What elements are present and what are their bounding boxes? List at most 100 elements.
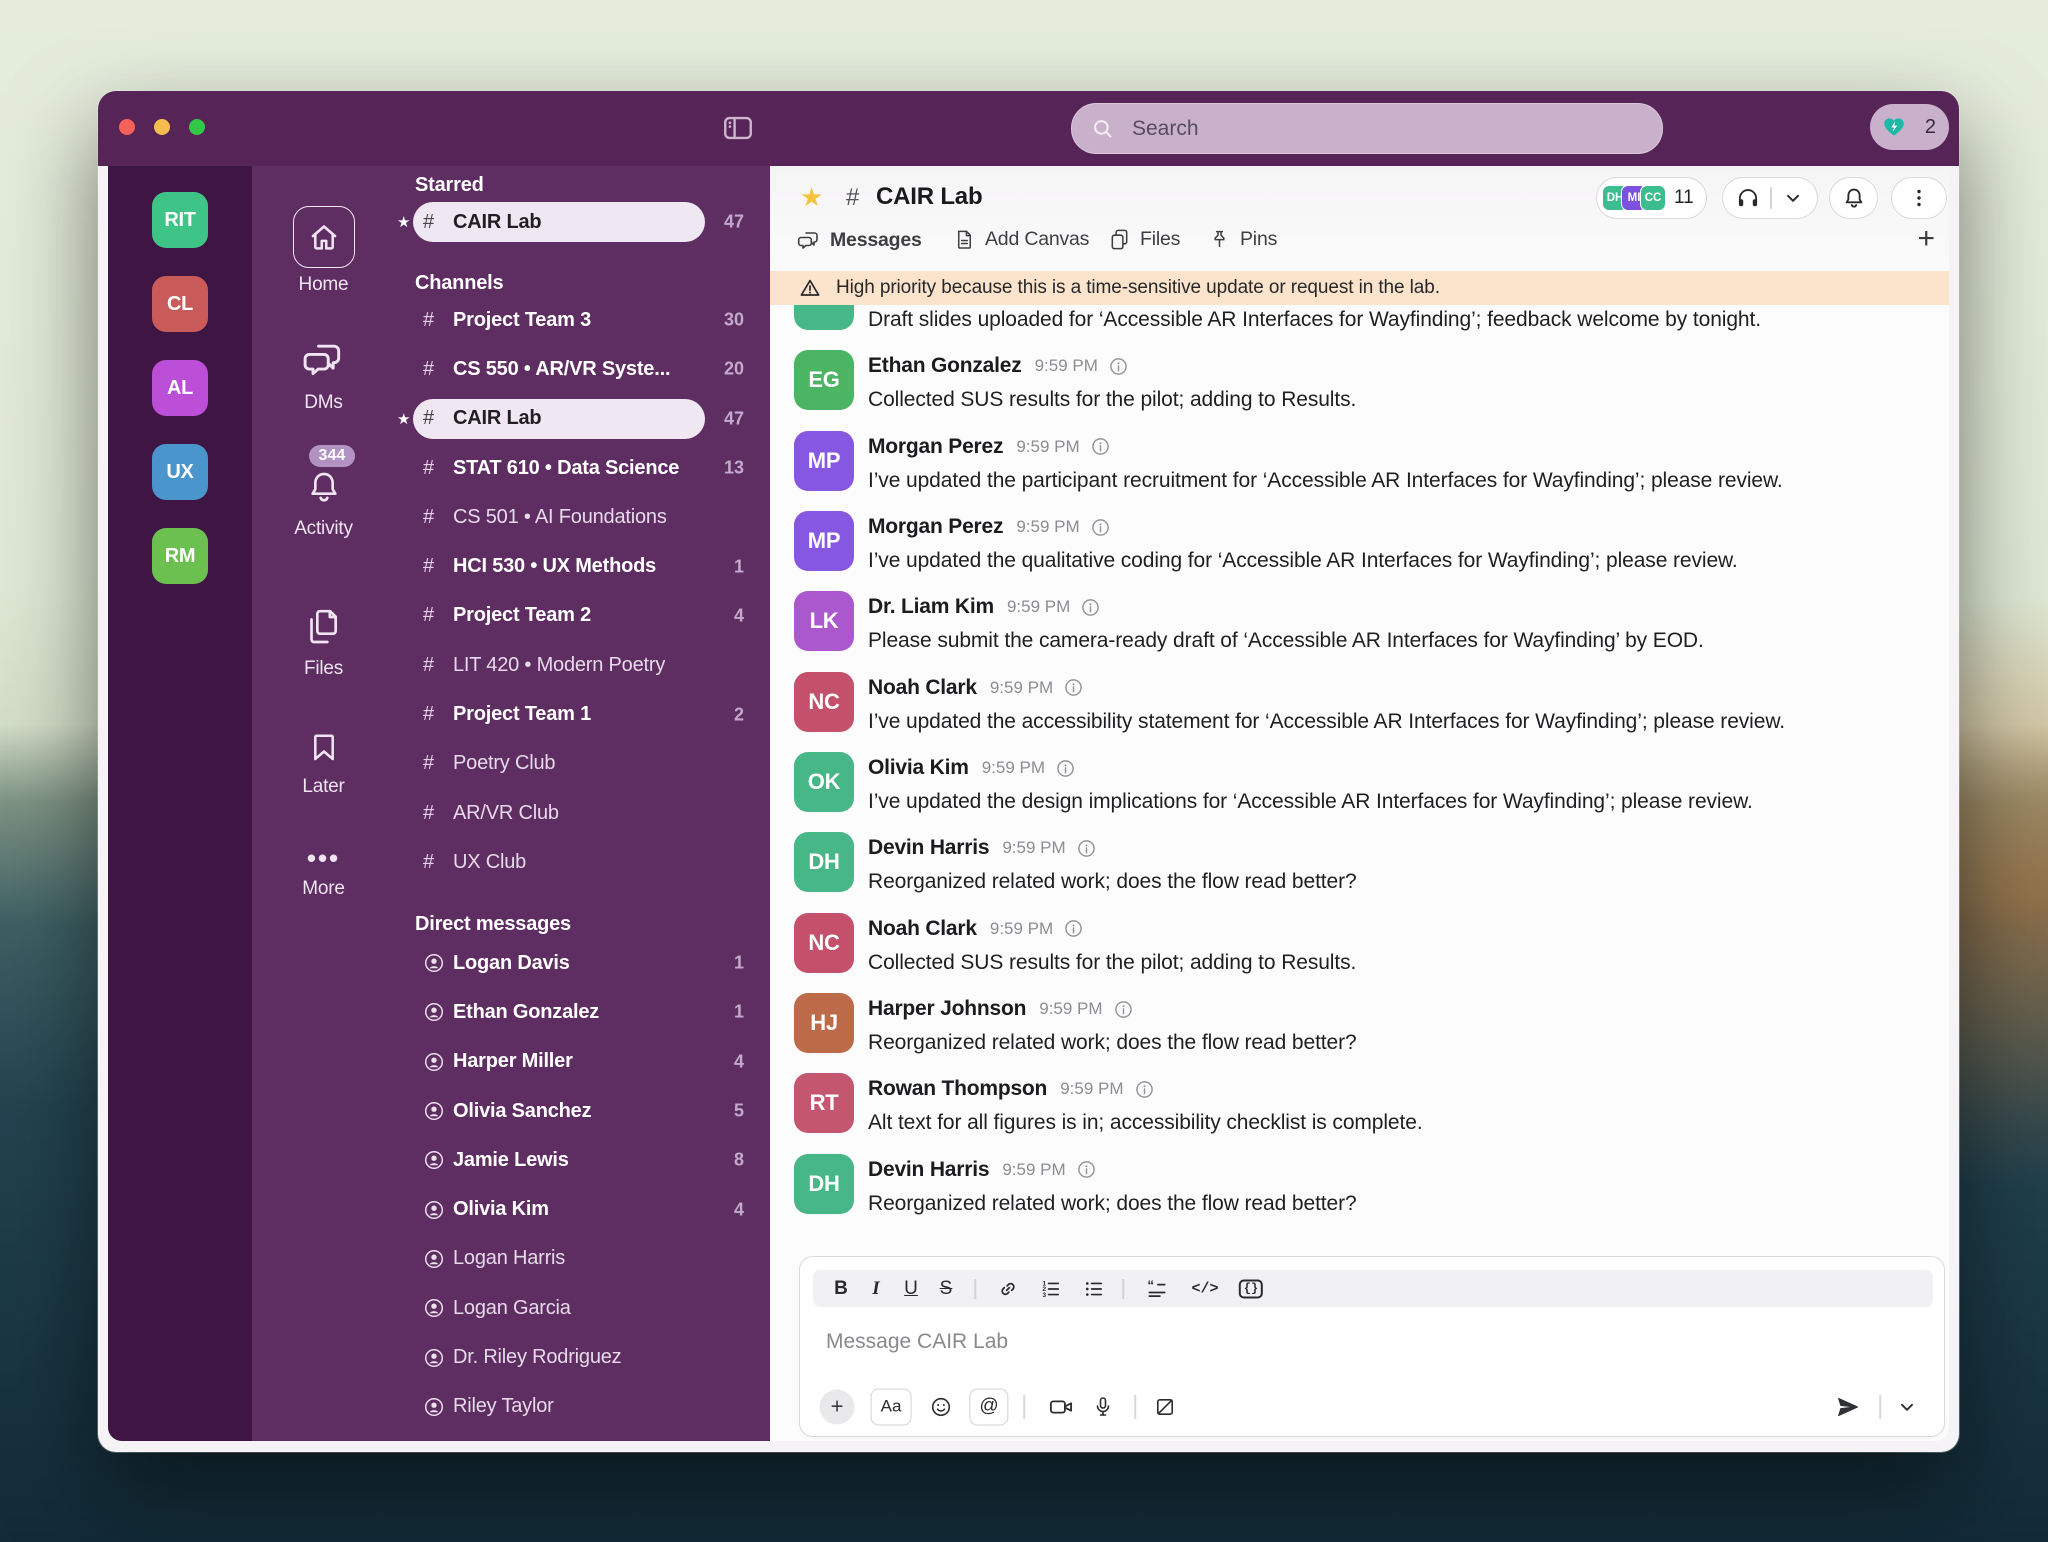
dm-item[interactable]: Olivia Kim 4 <box>395 1187 770 1231</box>
tab-messages[interactable]: Messages <box>797 228 922 252</box>
attach-plus-button[interactable]: + <box>820 1389 855 1424</box>
channel-item[interactable]: ★ # STAT 610 • Data Science 13 <box>395 446 770 490</box>
workspace-switcher-button[interactable]: CL <box>152 276 208 332</box>
message[interactable]: NC Noah Clark 9:59 PM Collected SUS r <box>770 911 1949 991</box>
message-timestamp[interactable]: 9:59 PM <box>1039 999 1102 1019</box>
info-icon[interactable] <box>1081 598 1100 617</box>
text-format-button[interactable]: Aa <box>871 1388 912 1425</box>
dm-item[interactable]: Dr. Riley Rodriguez <box>395 1335 770 1379</box>
sidebar-item-files[interactable]: Files <box>252 607 395 680</box>
message[interactable]: MP Morgan Perez 9:59 PM I’ve updated <box>770 509 1949 589</box>
starred-channel-item[interactable]: ★ # CAIR Lab 47 <box>395 200 770 244</box>
channel-item[interactable]: ★ # CAIR Lab 47 <box>395 397 770 441</box>
workspace-switcher-button[interactable]: RIT <box>152 192 208 248</box>
message-author[interactable]: Olivia Kim <box>868 756 969 780</box>
dm-item[interactable]: Harper Miller 4 <box>395 1040 770 1084</box>
dm-item[interactable]: Ethan Gonzalez 1 <box>395 990 770 1034</box>
microphone-icon[interactable] <box>1091 1395 1115 1419</box>
message-author[interactable]: Noah Clark <box>868 676 977 700</box>
message-timestamp[interactable]: 9:59 PM <box>1060 1079 1123 1099</box>
send-options-chevron-icon[interactable] <box>1895 1395 1919 1419</box>
dm-item[interactable]: Jamie Lewis 8 <box>395 1138 770 1182</box>
message-input[interactable] <box>824 1329 1728 1355</box>
sidebar-item-home[interactable]: Home <box>252 206 395 296</box>
minimize-window-button[interactable] <box>154 119 170 135</box>
link-icon[interactable] <box>997 1277 1020 1300</box>
add-tab-button[interactable]: + <box>1917 222 1935 256</box>
message-author[interactable]: Dr. Liam Kim <box>868 595 994 619</box>
channel-item[interactable]: ★ # LIT 420 • Modern Poetry <box>395 643 770 687</box>
info-icon[interactable] <box>1109 357 1128 376</box>
sidebar-item-activity[interactable]: 344 Activity <box>252 467 395 540</box>
channel-item[interactable]: ★ # HCI 530 • UX Methods 1 <box>395 544 770 588</box>
message[interactable]: NC Noah Clark 9:59 PM I’ve updated th <box>770 670 1949 750</box>
sidebar-item-later[interactable]: Later <box>252 729 395 798</box>
bullet-list-icon[interactable] <box>1083 1277 1106 1300</box>
dm-item[interactable]: Olivia Sanchez 5 <box>395 1089 770 1133</box>
message-composer[interactable]: B I U S 1 2 3 <box>799 1256 1945 1437</box>
channel-star-icon[interactable]: ★ <box>800 182 823 213</box>
message-author[interactable]: Devin Harris <box>868 1158 989 1182</box>
channel-item[interactable]: ★ # Poetry Club <box>395 742 770 786</box>
channel-item[interactable]: ★ # CS 501 • AI Foundations <box>395 495 770 539</box>
channel-item[interactable]: ★ # Project Team 2 4 <box>395 594 770 638</box>
search-bar[interactable] <box>1071 103 1663 154</box>
message-author[interactable]: Morgan Perez <box>868 515 1003 539</box>
ordered-list-icon[interactable]: 1 2 3 <box>1040 1277 1063 1300</box>
message[interactable]: OK Olivia Kim 9:59 PM I’ve updated th <box>770 750 1949 830</box>
channel-item[interactable]: ★ # CS 550 • AR/VR Syste... 20 <box>395 347 770 391</box>
message-timestamp[interactable]: 9:59 PM <box>1035 356 1098 376</box>
slash-commands-icon[interactable] <box>1153 1395 1177 1419</box>
message-timestamp[interactable]: 9:59 PM <box>1002 1160 1065 1180</box>
message-timestamp[interactable]: 9:59 PM <box>1002 838 1065 858</box>
bold-icon[interactable]: B <box>834 1278 848 1300</box>
tab-pins[interactable]: Pins <box>1208 228 1277 251</box>
message[interactable]: LK Dr. Liam Kim 9:59 PM Please submit <box>770 589 1949 669</box>
message[interactable]: HJ Harper Johnson 9:59 PM Reorganized <box>770 991 1949 1071</box>
strikethrough-icon[interactable]: S <box>940 1278 953 1300</box>
info-icon[interactable] <box>1135 1080 1154 1099</box>
message[interactable]: EG Ethan Gonzalez 9:59 PM Collected S <box>770 348 1949 428</box>
channel-title[interactable]: CAIR Lab <box>876 183 982 211</box>
info-icon[interactable] <box>1077 1160 1096 1179</box>
message-author[interactable]: Harper Johnson <box>868 997 1026 1021</box>
info-icon[interactable] <box>1114 1000 1133 1019</box>
tab-add-canvas[interactable]: Add Canvas <box>953 228 1089 251</box>
send-icon[interactable] <box>1835 1394 1861 1420</box>
code-block-icon[interactable]: {} <box>1239 1279 1263 1298</box>
message[interactable]: MP Morgan Perez 9:59 PM I’ve updated <box>770 429 1949 509</box>
message-timestamp[interactable]: 9:59 PM <box>990 678 1053 698</box>
message-author[interactable]: Morgan Perez <box>868 435 1003 459</box>
sidebar-toggle-icon[interactable] <box>716 106 760 150</box>
dm-item[interactable]: Logan Harris <box>395 1237 770 1281</box>
message[interactable]: DH Devin Harris 9:59 PM Reorganized r <box>770 1152 1949 1232</box>
mention-button[interactable]: @ <box>969 1388 1008 1425</box>
message[interactable]: DH Devin Harris 9:59 PM Reorganized r <box>770 830 1949 910</box>
workspace-switcher-button[interactable]: AL <box>152 360 208 416</box>
message-author[interactable]: Ethan Gonzalez <box>868 354 1022 378</box>
notifications-button[interactable] <box>1829 177 1878 219</box>
video-camera-icon[interactable] <box>1048 1393 1075 1420</box>
info-icon[interactable] <box>1056 759 1075 778</box>
dm-item[interactable]: Logan Davis 1 <box>395 941 770 985</box>
status-pill[interactable]: 2 <box>1870 104 1949 150</box>
message-author[interactable]: Devin Harris <box>868 836 989 860</box>
sidebar-item-dms[interactable]: DMs <box>252 337 395 414</box>
info-icon[interactable] <box>1077 839 1096 858</box>
blockquote-icon[interactable]: “ <box>1146 1277 1169 1300</box>
channel-item[interactable]: ★ # AR/VR Club <box>395 791 770 835</box>
huddle-button[interactable] <box>1722 177 1818 219</box>
members-button[interactable]: DHMICC 11 <box>1596 177 1707 219</box>
message-author[interactable]: Rowan Thompson <box>868 1077 1047 1101</box>
message[interactable]: RT Rowan Thompson 9:59 PM Alt text fo <box>770 1071 1949 1151</box>
code-icon[interactable]: </> <box>1191 1280 1218 1297</box>
channel-item[interactable]: ★ # Project Team 3 30 <box>395 298 770 342</box>
info-icon[interactable] <box>1064 919 1083 938</box>
search-input[interactable] <box>1130 116 1662 142</box>
channel-item[interactable]: ★ # Project Team 1 2 <box>395 692 770 736</box>
info-icon[interactable] <box>1064 678 1083 697</box>
message-timestamp[interactable]: 9:59 PM <box>982 758 1045 778</box>
dm-item[interactable]: Riley Taylor <box>395 1385 770 1429</box>
message-timestamp[interactable]: 9:59 PM <box>1016 437 1079 457</box>
more-options-button[interactable] <box>1891 177 1947 219</box>
